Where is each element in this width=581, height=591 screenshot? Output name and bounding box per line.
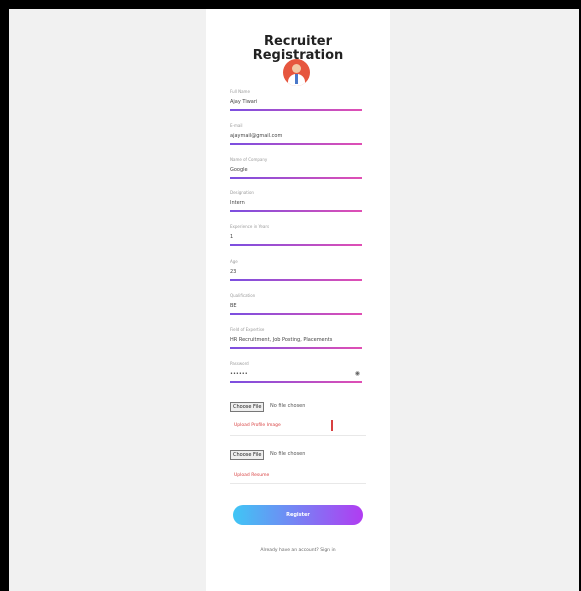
registration-card: Recruiter Registration Full Name Ajay Ti… bbox=[206, 9, 390, 591]
signin-link[interactable]: Already have an account? Sign in bbox=[206, 548, 390, 553]
qualification-input[interactable]: BE bbox=[230, 303, 362, 309]
upload-resume-link[interactable]: Upload Resume bbox=[234, 473, 269, 478]
password-input[interactable]: •••••• bbox=[230, 371, 362, 377]
field-underline bbox=[230, 109, 362, 111]
file-status-text: No file chosen bbox=[270, 403, 306, 409]
field-underline bbox=[230, 177, 362, 179]
experience-label: Experience in Years bbox=[230, 224, 270, 229]
field-underline bbox=[230, 244, 362, 246]
qualification-field[interactable]: Qualification BE bbox=[230, 293, 362, 323]
company-input[interactable]: Google bbox=[230, 167, 362, 173]
divider bbox=[230, 483, 366, 484]
page-title-line1: Recruiter bbox=[263, 34, 333, 49]
choose-file-button[interactable]: Choose File bbox=[230, 402, 265, 412]
email-input[interactable]: ajaymail@gmail.com bbox=[230, 133, 362, 139]
full-name-input[interactable]: Ajay Tiwari bbox=[230, 99, 362, 105]
age-input[interactable]: 23 bbox=[230, 269, 362, 275]
full-name-field[interactable]: Full Name Ajay Tiwari bbox=[230, 89, 362, 119]
field-underline bbox=[230, 210, 362, 212]
file-status-text: No file chosen bbox=[270, 451, 306, 457]
email-label: E-mail bbox=[230, 123, 243, 128]
register-button[interactable]: Register bbox=[233, 505, 363, 525]
expertise-label: Field of Expertise bbox=[230, 327, 265, 332]
choose-file-button[interactable]: Choose File bbox=[230, 450, 265, 460]
experience-field[interactable]: Experience in Years 1 bbox=[230, 224, 362, 254]
upload-profile-image-link[interactable]: Upload Profile Image bbox=[234, 423, 281, 428]
designation-label: Designation bbox=[230, 190, 254, 195]
expertise-input[interactable]: HR Recruitment, Job Posting, Placements bbox=[230, 337, 362, 343]
resume-file-input[interactable]: Choose File No file chosen bbox=[230, 450, 366, 462]
expertise-field[interactable]: Field of Expertise HR Recruitment, Job P… bbox=[230, 327, 362, 357]
designation-field[interactable]: Designation Intern bbox=[230, 190, 362, 220]
qualification-label: Qualification bbox=[230, 293, 256, 298]
field-underline bbox=[230, 347, 362, 349]
profile-image-file-input[interactable]: Choose File No file chosen bbox=[230, 402, 366, 414]
age-field[interactable]: Age 23 bbox=[230, 259, 362, 289]
field-underline bbox=[230, 279, 362, 281]
avatar-tie-icon bbox=[295, 74, 298, 84]
email-field[interactable]: E-mail ajaymail@gmail.com bbox=[230, 123, 362, 153]
full-name-label: Full Name bbox=[230, 89, 250, 94]
password-label: Password bbox=[230, 361, 249, 366]
company-field[interactable]: Name of Company Google bbox=[230, 157, 362, 187]
company-label: Name of Company bbox=[230, 157, 268, 162]
field-underline bbox=[230, 381, 362, 383]
upload-marker bbox=[331, 420, 333, 431]
field-underline bbox=[230, 313, 362, 315]
avatar bbox=[283, 59, 310, 86]
page-viewport: Recruiter Registration Full Name Ajay Ti… bbox=[9, 9, 579, 591]
avatar-head-icon bbox=[292, 64, 301, 73]
age-label: Age bbox=[230, 259, 238, 264]
password-field[interactable]: Password •••••• ◉ bbox=[230, 361, 362, 391]
designation-input[interactable]: Intern bbox=[230, 200, 362, 206]
eye-icon[interactable]: ◉ bbox=[355, 370, 360, 377]
divider bbox=[230, 435, 366, 436]
field-underline bbox=[230, 143, 362, 145]
experience-input[interactable]: 1 bbox=[230, 234, 362, 240]
